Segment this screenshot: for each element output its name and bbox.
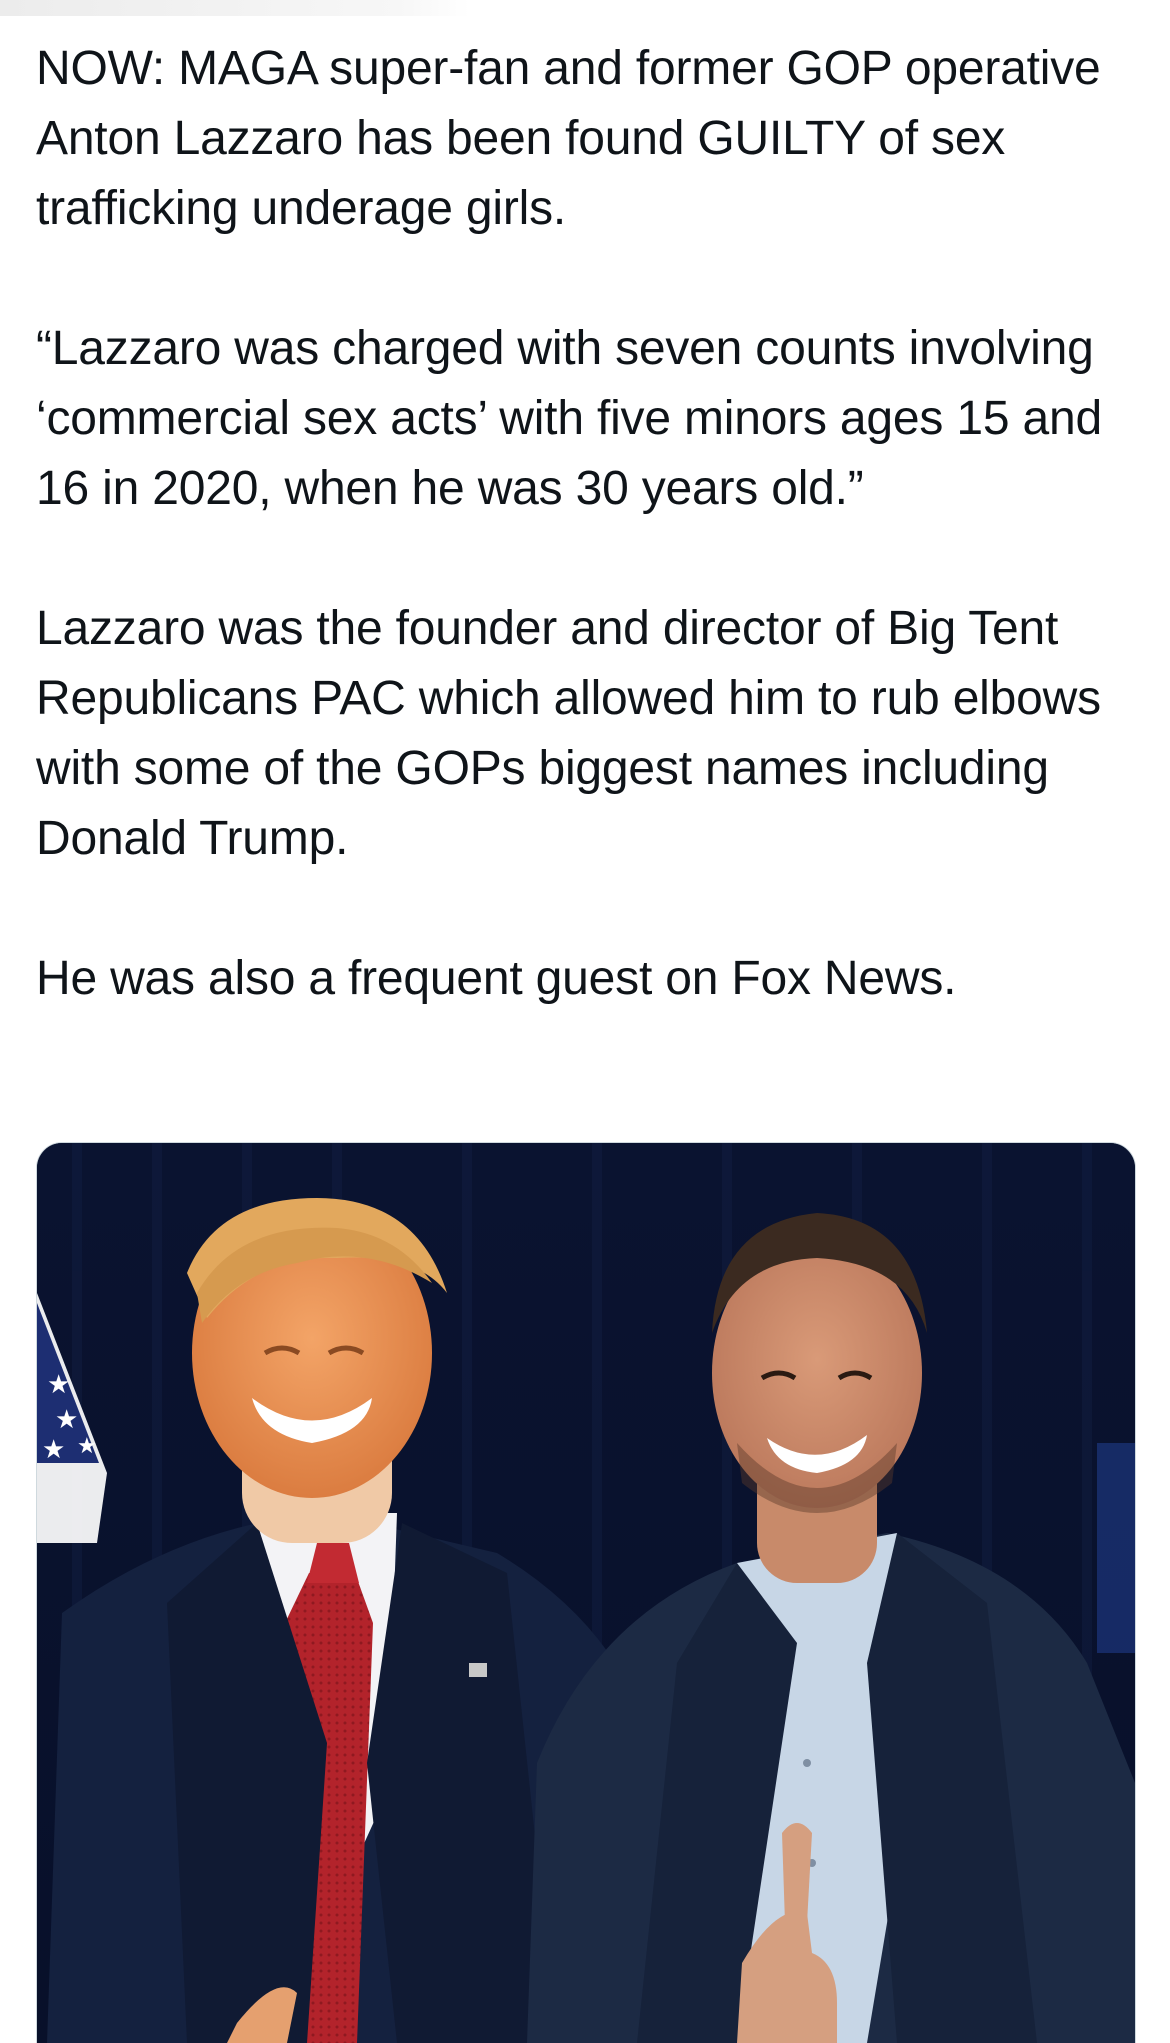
top-scroll-shadow xyxy=(0,0,470,16)
svg-text:★: ★ xyxy=(55,1405,78,1435)
tweet-paragraph: “Lazzaro was charged with seven counts i… xyxy=(36,322,1102,515)
tweet-body: NOW: MAGA super-fan and former GOP opera… xyxy=(36,34,1146,1014)
svg-text:★: ★ xyxy=(47,1370,70,1400)
tweet-paragraph: Lazzaro was the founder and director of … xyxy=(36,602,1101,865)
photo-icon: ★ ★ ★ ★ xyxy=(37,1143,1135,2043)
tweet-paragraph: NOW: MAGA super-fan and former GOP opera… xyxy=(36,42,1101,235)
svg-text:★: ★ xyxy=(42,1435,65,1465)
tweet-paragraph: He was also a frequent guest on Fox News… xyxy=(36,952,957,1005)
svg-text:★: ★ xyxy=(77,1434,97,1459)
tweet-photo[interactable]: ★ ★ ★ ★ xyxy=(36,1142,1136,2043)
